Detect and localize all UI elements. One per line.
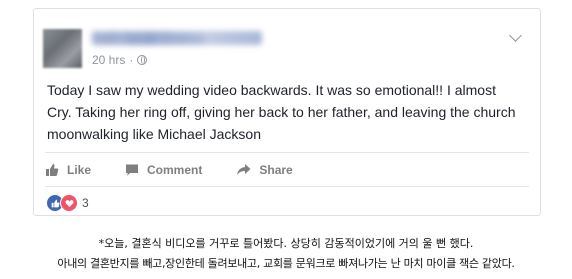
share-label: Share (259, 163, 293, 177)
like-button[interactable]: Like (45, 158, 91, 182)
chevron-down-icon[interactable] (509, 29, 522, 42)
caption-line-1: *오늘, 결혼식 비디오를 거꾸로 틀어봤다. 상당히 감동적이었기에 거의 울… (98, 237, 474, 250)
post-actions: Like Comment Share (45, 158, 327, 182)
thumbs-up-icon (46, 164, 59, 176)
divider (45, 152, 529, 153)
divider (45, 186, 529, 187)
post-timestamp[interactable]: 20 hrs · (92, 53, 148, 67)
timestamp-separator: · (129, 53, 134, 67)
timestamp-text[interactable]: 20 hrs (92, 53, 125, 67)
share-icon (237, 164, 251, 175)
author-avatar[interactable] (43, 29, 82, 68)
share-button[interactable]: Share (236, 158, 293, 182)
comment-button[interactable]: Comment (125, 158, 202, 182)
reaction-count[interactable]: 3 (82, 196, 89, 210)
reactions-summary[interactable]: 3 (46, 194, 89, 212)
like-label: Like (67, 163, 92, 177)
post-text: Today I saw my wedding video backwards. … (47, 82, 516, 142)
facebook-post-card: Seth Jacob Greene 20 hrs · Today I saw m… (33, 8, 541, 216)
caption-line-2: 아내의 결혼반지를 빼고,장인한테 돌려보내고, 교회를 문워크로 빠져나가는 … (57, 257, 515, 270)
globe-icon[interactable] (137, 55, 148, 65)
comment-label: Comment (147, 163, 203, 177)
love-icon[interactable] (60, 194, 78, 212)
author-name[interactable]: Seth Jacob Greene (92, 31, 204, 46)
comment-icon (126, 164, 139, 176)
